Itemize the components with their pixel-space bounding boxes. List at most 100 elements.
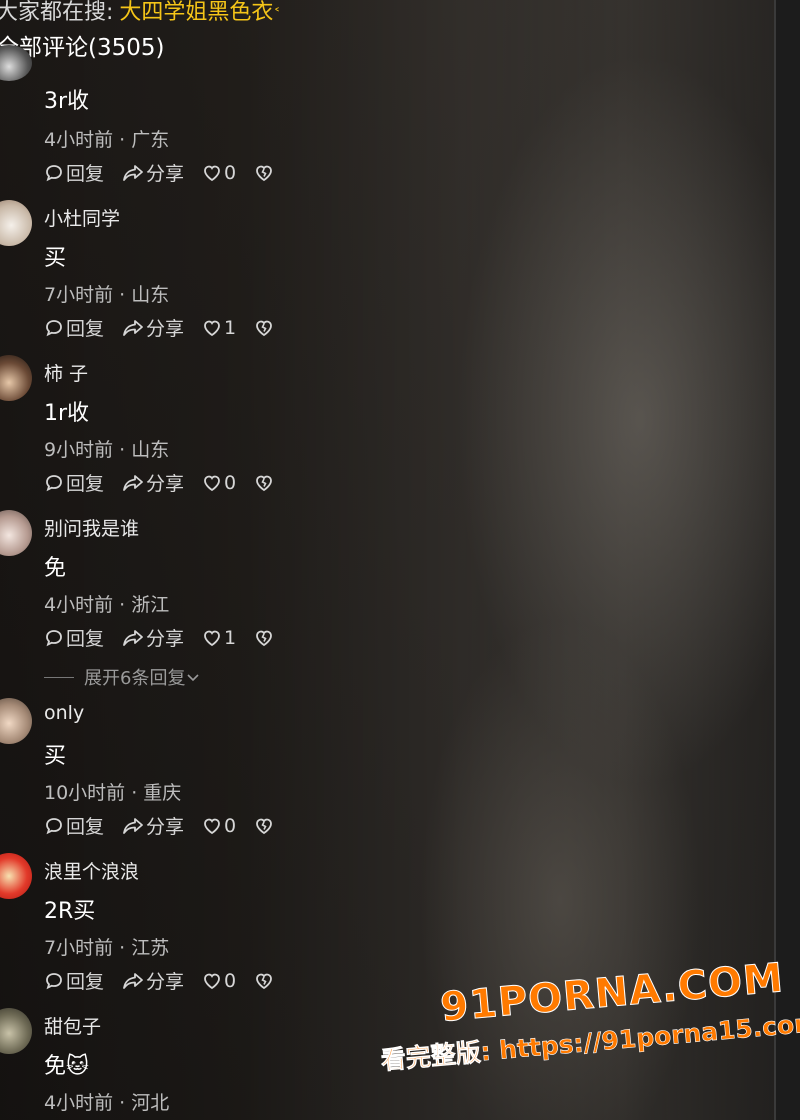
- avatar[interactable]: [0, 698, 32, 744]
- reply-bubble-icon: [46, 319, 62, 336]
- comment-username[interactable]: 柿 子: [44, 359, 88, 386]
- like-count: 0: [224, 814, 237, 837]
- share-arrow-icon: [123, 629, 143, 646]
- reply-label: 回复: [66, 628, 105, 650]
- share-button[interactable]: 分享: [122, 469, 184, 496]
- avatar[interactable]: [0, 355, 32, 401]
- chevron-down-icon: [187, 674, 200, 682]
- comment-actions: 回复 分享 1: [44, 624, 294, 651]
- comment-actions: 回复 分享 1: [44, 314, 294, 341]
- comment-text: 买: [44, 246, 67, 271]
- comment-meta: 4小时前 · 河北: [44, 1092, 170, 1114]
- comment-actions: 回复 分享 0: [44, 812, 294, 839]
- reply-button[interactable]: 回复: [44, 314, 104, 341]
- comment-item: 3r收 4小时前 · 广东 回复 分享 0: [0, 45, 740, 205]
- reply-bubble-icon: [46, 817, 62, 834]
- comment-meta: 4小时前 · 广东: [44, 129, 170, 151]
- like-button[interactable]: 0: [202, 162, 236, 184]
- reply-label: 回复: [66, 971, 105, 993]
- avatar[interactable]: [0, 853, 32, 899]
- like-button[interactable]: 0: [202, 815, 236, 837]
- hot-search-prefix: 大家都在搜:: [0, 0, 114, 25]
- share-label: 分享: [146, 318, 185, 340]
- broken-heart-icon: [256, 630, 273, 646]
- comment-text: 1r收: [44, 401, 90, 426]
- comment-item: 别问我是谁 免 4小时前 · 浙江 回复 分享 1 展开6条回复: [0, 510, 740, 690]
- comment-username[interactable]: 别问我是谁: [44, 514, 139, 541]
- heart-icon: [204, 630, 220, 646]
- comment-meta: 7小时前 · 山东: [44, 284, 170, 306]
- comment-username[interactable]: only: [44, 702, 84, 724]
- expand-divider: [44, 676, 74, 678]
- comment-username[interactable]: 甜包子: [44, 1012, 101, 1039]
- side-panel-edge: [774, 0, 800, 1120]
- share-label: 分享: [146, 971, 185, 993]
- reply-bubble-icon: [46, 164, 62, 181]
- like-button[interactable]: 0: [202, 970, 236, 992]
- like-count: 0: [224, 969, 237, 992]
- comment-text: 免: [44, 556, 67, 581]
- dislike-button[interactable]: [254, 163, 276, 183]
- share-button[interactable]: 分享: [122, 812, 184, 839]
- share-label: 分享: [146, 163, 185, 185]
- like-button[interactable]: 0: [202, 472, 236, 494]
- reply-label: 回复: [66, 318, 105, 340]
- avatar[interactable]: [0, 1008, 32, 1054]
- reply-button[interactable]: 回复: [44, 624, 104, 651]
- like-button[interactable]: 1: [202, 317, 236, 339]
- reply-label: 回复: [66, 473, 105, 495]
- reply-button[interactable]: 回复: [44, 812, 104, 839]
- reply-bubble-icon: [46, 474, 62, 491]
- watermark: 91PORNA.COM 看完整版: https://91porna15.com: [379, 955, 800, 1100]
- heart-icon: [204, 973, 220, 989]
- dislike-button[interactable]: [254, 318, 276, 338]
- hot-search-term[interactable]: 大四学姐黑色衣: [119, 0, 273, 25]
- dislike-button[interactable]: [254, 816, 276, 836]
- heart-icon: [204, 165, 220, 181]
- comment-item: only 买 10小时前 · 重庆 回复 分享 0: [0, 698, 740, 848]
- avatar[interactable]: [0, 510, 32, 556]
- share-label: 分享: [146, 816, 185, 838]
- search-arrow-icon: ˂: [273, 7, 281, 23]
- comment-username[interactable]: 小杜同学: [44, 204, 120, 231]
- like-button[interactable]: 1: [202, 627, 236, 649]
- broken-heart-icon: [256, 320, 273, 336]
- like-count: 0: [224, 471, 237, 494]
- dislike-button[interactable]: [254, 473, 276, 493]
- broken-heart-icon: [256, 475, 273, 491]
- comment-text: 2R买: [44, 899, 96, 924]
- share-button[interactable]: 分享: [122, 967, 184, 994]
- share-button[interactable]: 分享: [122, 624, 184, 651]
- expand-replies-label: 展开6条回复: [84, 668, 186, 689]
- comment-meta: 10小时前 · 重庆: [44, 782, 182, 804]
- dislike-button[interactable]: [254, 628, 276, 648]
- comment-header: 大家都在搜: 大四学姐黑色衣˂ 全部评论(3505): [0, 0, 780, 61]
- reply-bubble-icon: [46, 629, 62, 646]
- avatar[interactable]: [0, 200, 32, 246]
- reply-label: 回复: [66, 163, 105, 185]
- share-button[interactable]: 分享: [122, 314, 184, 341]
- share-arrow-icon: [123, 319, 143, 336]
- hot-search-bar[interactable]: 大家都在搜: 大四学姐黑色衣˂: [0, 0, 280, 26]
- like-count: 1: [224, 626, 237, 649]
- reply-button[interactable]: 回复: [44, 159, 104, 186]
- comment-meta: 4小时前 · 浙江: [44, 594, 170, 616]
- comment-meta: 7小时前 · 江苏: [44, 937, 170, 959]
- dislike-button[interactable]: [254, 971, 276, 991]
- comment-meta: 9小时前 · 山东: [44, 439, 170, 461]
- like-count: 0: [224, 161, 237, 184]
- heart-icon: [204, 320, 220, 336]
- heart-icon: [204, 818, 220, 834]
- broken-heart-icon: [256, 818, 273, 834]
- reply-button[interactable]: 回复: [44, 469, 104, 496]
- reply-label: 回复: [66, 816, 105, 838]
- reply-button[interactable]: 回复: [44, 967, 104, 994]
- comment-text: 3r收: [44, 89, 90, 114]
- share-button[interactable]: 分享: [122, 159, 184, 186]
- comment-text: 免🐱: [44, 1054, 89, 1079]
- comment-actions: 回复 分享 0: [44, 159, 294, 186]
- comment-actions: 回复 分享 0: [44, 967, 294, 994]
- comment-username[interactable]: 浪里个浪浪: [44, 857, 139, 884]
- comment-actions: 回复 分享 0: [44, 469, 294, 496]
- expand-replies-button[interactable]: 展开6条回复: [44, 664, 201, 690]
